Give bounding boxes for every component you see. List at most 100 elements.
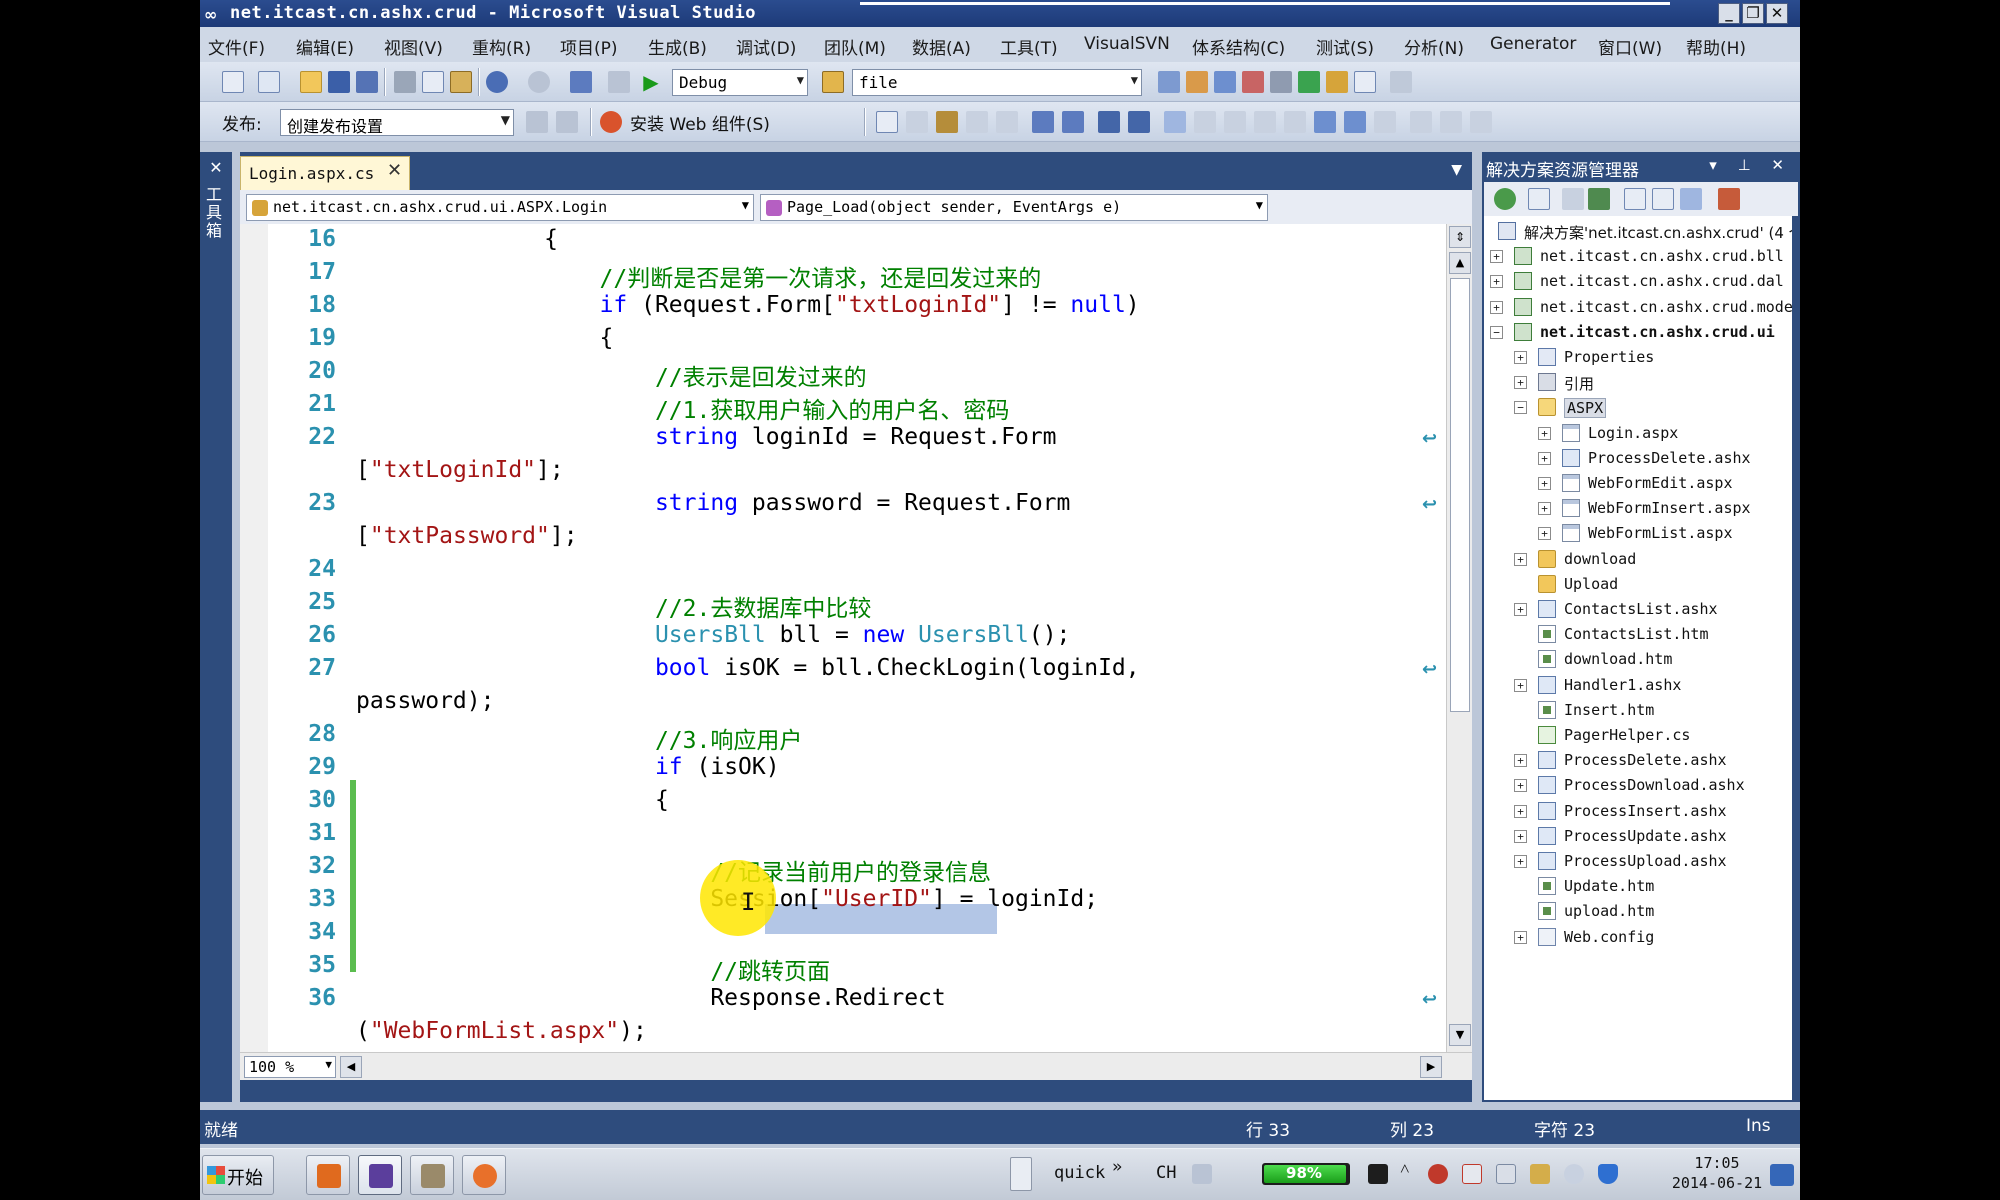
find-in-files-icon[interactable] [822, 71, 844, 93]
menu-help[interactable]: 帮助(H) [1686, 34, 1746, 59]
move-down-icon[interactable] [1440, 111, 1462, 133]
minimize-button[interactable]: _ [1718, 3, 1740, 24]
display-word-completion-icon[interactable] [966, 111, 988, 133]
properties-icon[interactable] [1494, 188, 1516, 210]
menu-edit[interactable]: 编辑(E) [296, 34, 354, 59]
next-bookmark-in-folder-icon[interactable] [1284, 111, 1306, 133]
selection-margin[interactable] [240, 224, 268, 1052]
previous-bookmark-icon[interactable] [1194, 111, 1216, 133]
tree-node[interactable]: + net.itcast.cn.ashx.crud.bll [1484, 245, 1790, 269]
taskbar-clock[interactable]: 17:05 2014-06-21 [1662, 1153, 1772, 1193]
menu-analyze[interactable]: 分析(N) [1404, 34, 1464, 59]
toolbar-scroll-icon[interactable] [1010, 1157, 1032, 1191]
parameter-info-icon[interactable] [906, 111, 928, 133]
server-explorer-icon[interactable] [1326, 71, 1348, 93]
next-bookmark-icon[interactable] [1224, 111, 1246, 133]
close-tab-icon[interactable]: ✕ [387, 160, 402, 181]
menu-project[interactable]: 项目(P) [560, 34, 618, 59]
expand-icon[interactable]: + [1490, 275, 1503, 289]
tree-node[interactable]: + ProcessInsert.ashx [1484, 800, 1790, 824]
tree-node[interactable]: + ProcessUpload.ashx [1484, 850, 1790, 874]
quick-launch-label[interactable]: quick [1054, 1163, 1105, 1183]
navigate-forward-icon[interactable] [608, 71, 630, 93]
action-center-flag-icon[interactable] [1462, 1164, 1482, 1184]
indent-icon[interactable] [1062, 111, 1084, 133]
taskbar-firefox[interactable] [462, 1155, 506, 1195]
show-desktop-icon[interactable] [1770, 1164, 1794, 1186]
menu-generator[interactable]: Generator [1490, 34, 1576, 54]
expand-icon[interactable]: + [1514, 678, 1527, 692]
save-all-icon[interactable] [356, 71, 378, 93]
input-method-indicator[interactable]: CH [1156, 1163, 1176, 1183]
object-browser-icon[interactable] [1214, 71, 1236, 93]
toggle-bookmark-icon[interactable] [1164, 111, 1186, 133]
previous-bookmark-in-document-icon[interactable] [1314, 111, 1336, 133]
toolbox-autohide-tab[interactable]: ✕ 工具箱 [200, 152, 232, 1102]
menu-debug[interactable]: 调试(D) [736, 34, 796, 59]
menu-file[interactable]: 文件(F) [208, 34, 265, 59]
menu-tools[interactable]: 工具(T) [1000, 34, 1058, 59]
expand-icon[interactable]: + [1514, 351, 1527, 364]
toolbar-options-icon[interactable] [1390, 71, 1412, 93]
tree-node[interactable]: + WebFormList.aspx [1484, 522, 1790, 546]
copy-website-icon[interactable] [1718, 188, 1740, 210]
scroll-right-icon[interactable]: ▶ [1420, 1056, 1442, 1078]
expand-icon[interactable]: + [1538, 502, 1551, 516]
scroll-up-icon[interactable]: ▲ [1449, 252, 1471, 274]
cut-icon[interactable] [394, 71, 416, 93]
zoom-combo[interactable]: 100 % ▼ [244, 1056, 336, 1078]
uncomment-lines-icon[interactable] [1128, 111, 1150, 133]
properties-window-icon[interactable] [1186, 71, 1208, 93]
menu-team[interactable]: 团队(M) [824, 34, 886, 59]
menu-visualsvn[interactable]: VisualSVN [1084, 34, 1170, 54]
keyboard-icon[interactable] [1192, 1164, 1212, 1184]
devices-icon[interactable] [1496, 1164, 1516, 1184]
toolbox-icon[interactable] [1242, 71, 1264, 93]
panel-window-buttons[interactable]: ▾ ⊥ ✕ [1709, 156, 1792, 174]
extension-manager-icon[interactable] [1270, 71, 1292, 93]
previous-bookmark-in-folder-icon[interactable] [1254, 111, 1276, 133]
install-web-components-button[interactable]: 安装 Web 组件(S) [630, 110, 770, 135]
tree-node[interactable]: − net.itcast.cn.ashx.crud.ui [1484, 321, 1790, 345]
menu-test[interactable]: 测试(S) [1316, 34, 1374, 59]
outdent-icon[interactable] [1032, 111, 1054, 133]
restore-button[interactable]: ❐ [1742, 3, 1764, 24]
nest-related-icon[interactable] [1588, 188, 1610, 210]
volume-icon[interactable] [1564, 1164, 1584, 1184]
expand-icon[interactable]: + [1514, 376, 1527, 390]
close-window-button[interactable]: ✕ [1766, 3, 1788, 24]
network-icon[interactable] [1530, 1164, 1550, 1184]
tree-node[interactable]: upload.htm [1484, 900, 1790, 924]
complete-word-icon[interactable] [936, 111, 958, 133]
view-designer-icon[interactable] [1652, 188, 1674, 210]
list-members-icon[interactable] [996, 111, 1018, 133]
open-file-icon[interactable] [300, 71, 322, 93]
start-debugging-icon[interactable]: ▶ [640, 71, 662, 93]
redo-icon[interactable] [528, 71, 550, 93]
publish-profile-combo[interactable]: 创建发布设置 ▼ [280, 109, 514, 136]
tree-node[interactable]: PagerHelper.cs [1484, 724, 1790, 748]
tree-node[interactable]: 解决方案'net.itcast.cn.ashx.crud' (4 个项目) [1484, 220, 1792, 244]
menu-window[interactable]: 窗口(W) [1598, 34, 1662, 59]
code-text-area[interactable]: 16 {17 //判断是否是第一次请求，还是回发过来的 18 if (Reques… [240, 224, 1472, 1052]
expand-icon[interactable]: + [1514, 552, 1527, 566]
pin-icon[interactable] [1428, 1164, 1448, 1184]
install-web-components-icon[interactable] [600, 111, 622, 133]
tree-node[interactable]: + ProcessDownload.ashx [1484, 774, 1790, 798]
expand-icon[interactable]: + [1490, 300, 1503, 314]
security-shield-icon[interactable] [1598, 1164, 1618, 1184]
comment-lines-icon[interactable] [1098, 111, 1120, 133]
tree-node[interactable]: + ProcessDelete.ashx [1484, 447, 1790, 471]
expand-icon[interactable]: + [1538, 527, 1551, 541]
tree-node[interactable]: ContactsList.htm [1484, 623, 1790, 647]
scroll-left-icon[interactable]: ◀ [340, 1056, 362, 1078]
find-combo[interactable]: file ▼ [852, 69, 1142, 96]
next-bookmark-in-document-icon[interactable] [1344, 111, 1366, 133]
scroll-down-icon[interactable]: ▼ [1449, 1024, 1471, 1046]
command-window-icon[interactable] [1354, 71, 1376, 93]
expand-icon[interactable]: + [1538, 477, 1551, 490]
menu-view[interactable]: 视图(V) [384, 34, 443, 59]
expand-icon[interactable]: + [1514, 754, 1527, 768]
menu-architecture[interactable]: 体系结构(C) [1192, 34, 1285, 59]
menu-refactor[interactable]: 重构(R) [472, 34, 531, 59]
